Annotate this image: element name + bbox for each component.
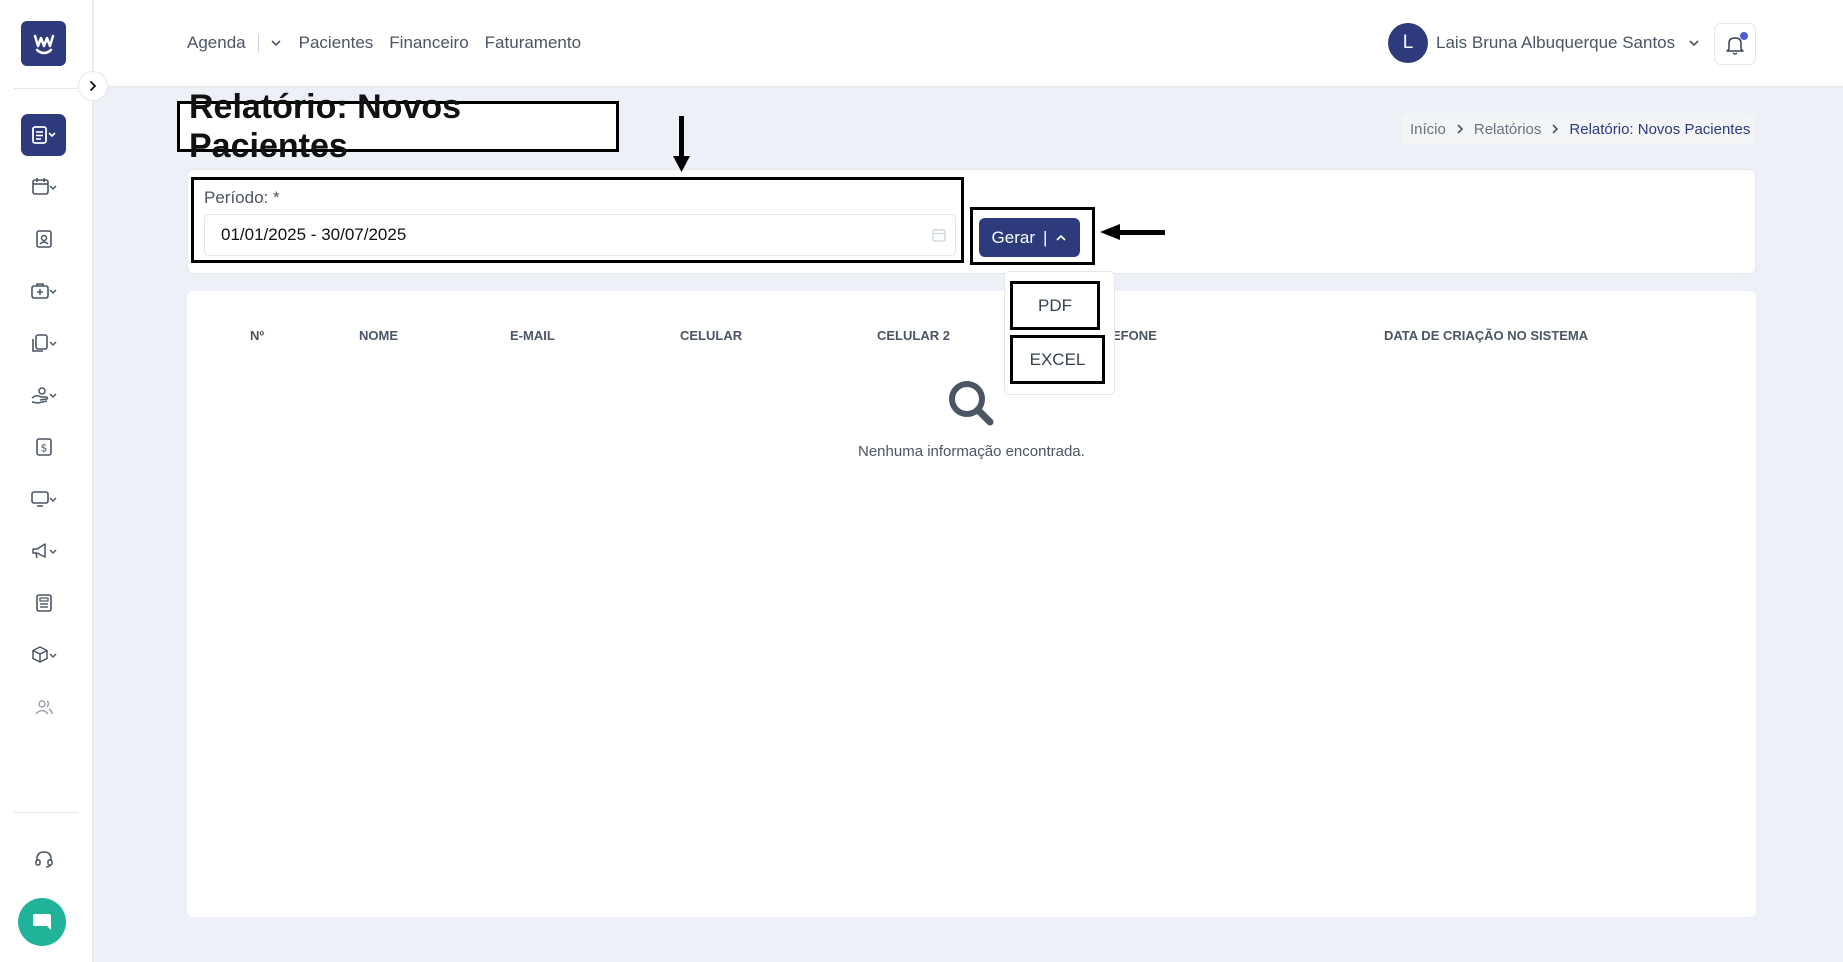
monitor-icon — [30, 491, 56, 507]
sidebar-item-inventory[interactable] — [21, 634, 66, 676]
patient-badge-icon — [35, 230, 52, 248]
nav-pacientes[interactable]: Pacientes — [299, 33, 374, 53]
arrow-head-left-icon — [1100, 224, 1120, 240]
column-header-phone: EFONE — [1112, 328, 1157, 343]
annotation-arrow-down — [679, 116, 684, 160]
sidebar-item-users[interactable] — [21, 686, 66, 728]
dollar-icon: $ — [35, 438, 52, 456]
newspaper-icon — [35, 594, 52, 612]
notifications-button[interactable] — [1714, 23, 1756, 65]
svg-text:$: $ — [40, 442, 47, 455]
chevron-right-icon — [1457, 124, 1463, 134]
megaphone-icon — [31, 543, 56, 559]
annotation-arrow-left — [1118, 230, 1165, 235]
chat-button[interactable] — [18, 898, 66, 946]
column-header-created-date: DATA DE CRIAÇÃO NO SISTEMA — [1384, 328, 1589, 343]
sidebar-item-financial-hand[interactable] — [21, 374, 66, 416]
box-icon — [31, 646, 56, 663]
breadcrumb-home[interactable]: Início — [1410, 121, 1446, 138]
empty-state-message: Nenhuma informação encontrada. — [858, 443, 1085, 460]
generate-separator: | — [1043, 227, 1048, 247]
breadcrumb-reports[interactable]: Relatórios — [1474, 121, 1542, 138]
sidebar-item-news[interactable] — [21, 582, 66, 624]
breadcrumb: Início Relatórios Relatório: Novos Pacie… — [1401, 113, 1755, 145]
nav-faturamento[interactable]: Faturamento — [485, 33, 581, 53]
notification-dot — [1740, 32, 1748, 40]
sidebar-item-patients[interactable] — [21, 218, 66, 260]
chat-icon — [33, 914, 51, 930]
sidebar-item-medical[interactable] — [21, 270, 66, 312]
chevron-right-icon — [1552, 124, 1559, 134]
period-label: Período: * — [204, 188, 280, 207]
page-title: Relatório: Novos Pacientes — [177, 88, 619, 165]
reports-icon — [31, 126, 56, 144]
users-icon — [34, 700, 53, 715]
sidebar-item-billing[interactable]: $ — [21, 426, 66, 468]
generate-button[interactable]: Gerar | — [979, 218, 1080, 257]
calendar-icon — [932, 228, 946, 242]
sidebar: $ — [0, 0, 93, 962]
app-logo[interactable] — [21, 21, 66, 66]
column-header-cellphone: CELULAR — [680, 328, 743, 343]
column-header-email: E-MAIL — [510, 328, 555, 343]
topbar: Agenda Pacientes Financeiro Faturamento … — [94, 0, 1843, 87]
arrow-head-down-icon — [673, 156, 690, 172]
sidebar-divider — [14, 88, 78, 89]
sidebar-item-support[interactable] — [21, 838, 66, 880]
main-nav: Agenda Pacientes Financeiro Faturamento — [187, 33, 581, 53]
column-header-number: Nº — [250, 328, 265, 343]
breadcrumb-current: Relatório: Novos Pacientes — [1569, 120, 1751, 138]
column-header-name: NOME — [359, 328, 398, 343]
sidebar-item-calendar[interactable] — [21, 166, 66, 208]
user-menu[interactable]: L Lais Bruna Albuquerque Santos — [1388, 23, 1701, 63]
chevron-down-icon — [1689, 40, 1699, 47]
sidebar-toggle-button[interactable] — [78, 71, 108, 101]
logo-icon — [33, 34, 54, 54]
nav-agenda[interactable]: Agenda — [187, 33, 246, 53]
avatar: L — [1388, 23, 1428, 63]
generate-label: Gerar — [991, 227, 1036, 247]
headset-icon — [34, 851, 53, 868]
sidebar-item-reports[interactable] — [21, 114, 66, 156]
export-excel-option[interactable]: EXCEL — [1010, 335, 1105, 384]
medical-bag-icon — [30, 283, 56, 299]
user-name: Lais Bruna Albuquerque Santos — [1436, 33, 1676, 52]
search-icon — [949, 381, 994, 426]
documents-icon — [31, 334, 56, 352]
chevron-down-icon[interactable] — [269, 36, 283, 50]
export-pdf-option[interactable]: PDF — [1010, 281, 1100, 330]
sidebar-item-monitor[interactable] — [21, 478, 66, 520]
period-date-range-input[interactable]: 01/01/2025 - 30/07/2025 — [204, 214, 956, 256]
sidebar-item-marketing[interactable] — [21, 530, 66, 572]
hand-money-icon — [31, 387, 56, 404]
column-header-cellphone-2: CELULAR 2 — [877, 328, 950, 343]
calendar-icon — [31, 178, 56, 195]
period-value: 01/01/2025 - 30/07/2025 — [221, 225, 407, 244]
nav-divider — [257, 34, 259, 52]
nav-financeiro[interactable]: Financeiro — [389, 33, 468, 53]
sidebar-divider-bottom — [14, 812, 78, 813]
sidebar-item-documents[interactable] — [21, 322, 66, 364]
chevron-right-icon — [90, 81, 97, 91]
chevron-up-icon — [1056, 234, 1067, 241]
